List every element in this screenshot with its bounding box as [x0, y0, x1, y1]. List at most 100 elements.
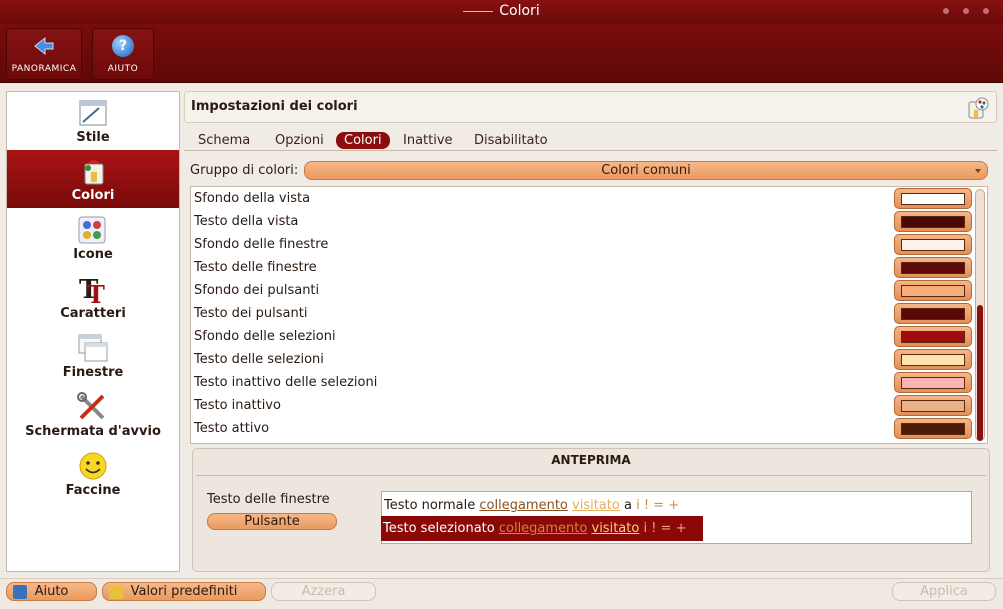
maximize-button[interactable]: [963, 8, 969, 14]
sidebar-item-style[interactable]: Stile: [7, 92, 179, 150]
preview-window-text: Testo delle finestre: [207, 492, 330, 507]
normal-extra: i ! = +: [636, 498, 680, 513]
help-button[interactable]: Aiuto: [6, 582, 97, 601]
color-row: Sfondo della vista: [191, 187, 973, 210]
preview-text-box: Testo normale collegamento visitato a i …: [381, 491, 972, 544]
color-group-select[interactable]: Colori comuni: [304, 161, 988, 180]
sidebar-item-colors[interactable]: Colori: [7, 150, 179, 208]
reset-button[interactable]: Azzera: [271, 582, 376, 601]
colors-icon: [84, 160, 104, 185]
color-picker-button[interactable]: [894, 234, 972, 255]
style-icon: [79, 100, 107, 126]
panel-header: Impostazioni dei colori: [184, 91, 997, 123]
scrollbar-thumb[interactable]: [977, 305, 983, 441]
tab-bar: Schema Opzioni Colori Inattive Disabilit…: [184, 131, 997, 151]
main-panel: Impostazioni dei colori Schema Opzioni C…: [184, 91, 997, 572]
color-row: Sfondo delle selezioni: [191, 325, 973, 348]
window-controls: [943, 8, 989, 14]
chevron-down-icon: [975, 169, 981, 173]
window-title: Colori: [499, 3, 540, 19]
windows-icon: [78, 334, 108, 362]
defaults-icon: [109, 585, 123, 599]
preview-title: ANTEPRIMA: [551, 453, 631, 467]
tab-colors[interactable]: Colori: [336, 132, 390, 149]
help-toolbar-label: AIUTO: [107, 64, 139, 74]
sidebar-item-icons[interactable]: Icone: [7, 209, 179, 267]
color-picker-button[interactable]: [894, 257, 972, 278]
apply-button-label: Applica: [920, 584, 968, 599]
color-row: Testo inattivo: [191, 394, 973, 417]
sidebar-item-fonts[interactable]: T T Caratteri: [7, 268, 179, 326]
back-arrow-icon: [34, 36, 54, 56]
splash-tools-icon: [77, 392, 105, 420]
defaults-button[interactable]: Valori predefiniti: [102, 582, 266, 601]
color-row-label: Testo delle selezioni: [194, 352, 324, 367]
color-row-label: Testo inattivo: [194, 398, 281, 413]
color-swatch: [901, 216, 965, 228]
preview-panel: ANTEPRIMA Testo delle finestre Pulsante …: [192, 448, 990, 572]
tab-disabled[interactable]: Disabilitato: [466, 132, 556, 149]
overview-button[interactable]: PANORAMICA: [6, 28, 82, 80]
color-row-label: Sfondo delle selezioni: [194, 329, 336, 344]
color-row: Testo delle finestre: [191, 256, 973, 279]
fonts-icon: T T: [79, 275, 105, 304]
color-picker-button[interactable]: [894, 280, 972, 301]
normal-text: Testo normale: [384, 498, 476, 513]
close-button[interactable]: [983, 8, 989, 14]
normal-visited-link[interactable]: visitato: [572, 498, 620, 513]
color-row: Testo dei pulsanti: [191, 302, 973, 325]
sidebar-item-windows[interactable]: Finestre: [7, 327, 179, 385]
color-picker-button[interactable]: [894, 326, 972, 347]
apply-button[interactable]: Applica: [892, 582, 996, 601]
color-group-label: Gruppo di colori:: [190, 163, 299, 178]
sidebar-item-emoticons[interactable]: Faccine: [7, 445, 179, 503]
color-swatch: [901, 239, 965, 251]
normal-link[interactable]: collegamento: [479, 498, 568, 513]
color-swatch: [901, 262, 965, 274]
selected-text: Testo selezionato: [383, 521, 495, 536]
preview-normal-line: Testo normale collegamento visitato a i …: [384, 498, 679, 513]
color-swatch: [901, 377, 965, 389]
color-list: Sfondo della vista Testo della vista Sfond…: [190, 186, 988, 444]
color-picker-button[interactable]: [894, 418, 972, 439]
color-row-label: Testo della vista: [194, 214, 299, 229]
color-row-label: Sfondo delle finestre: [194, 237, 329, 252]
preview-button[interactable]: Pulsante: [207, 513, 337, 530]
color-row: Testo delle selezioni: [191, 348, 973, 371]
color-row-label: Sfondo della vista: [194, 191, 311, 206]
color-picker-button[interactable]: [894, 372, 972, 393]
color-picker-button[interactable]: [894, 349, 972, 370]
help-book-icon: [13, 585, 27, 599]
color-picker-button[interactable]: [894, 211, 972, 232]
sidebar-item-label: Faccine: [65, 483, 121, 498]
help-toolbar-button[interactable]: ? AIUTO: [92, 28, 154, 80]
preview-selected-line: Testo selezionato collegamento visitato …: [381, 516, 703, 541]
color-list-scrollbar[interactable]: [975, 189, 985, 441]
color-swatch: [901, 193, 965, 205]
toolbar: PANORAMICA ? AIUTO: [0, 24, 1003, 83]
normal-a: a: [623, 498, 632, 513]
help-button-label: Aiuto: [34, 584, 69, 599]
selected-visited-link[interactable]: visitato: [592, 521, 640, 536]
color-swatch: [901, 285, 965, 297]
help-icon: ?: [112, 35, 134, 57]
selected-extra: i ! = +: [643, 521, 687, 536]
sidebar-item-label: Icone: [73, 247, 113, 262]
tab-schema[interactable]: Schema: [190, 132, 258, 149]
selected-link[interactable]: collegamento: [499, 521, 588, 536]
color-picker-button[interactable]: [894, 303, 972, 324]
tab-options[interactable]: Opzioni: [267, 132, 332, 149]
color-palette-icon: [968, 97, 989, 119]
tab-inactive[interactable]: Inattive: [395, 132, 461, 149]
color-picker-button[interactable]: [894, 188, 972, 209]
color-swatch: [901, 331, 965, 343]
sidebar-item-splash[interactable]: Schermata d'avvio: [7, 386, 179, 444]
minimize-button[interactable]: [943, 8, 949, 14]
sidebar-item-label: Finestre: [62, 365, 124, 380]
color-row: Sfondo delle finestre: [191, 233, 973, 256]
color-row-label: Testo delle finestre: [194, 260, 317, 275]
sidebar-item-label: Schermata d'avvio: [25, 424, 161, 439]
color-row: Testo della vista: [191, 210, 973, 233]
color-picker-button[interactable]: [894, 395, 972, 416]
color-group-row: Gruppo di colori: Colori comuni: [190, 161, 990, 181]
